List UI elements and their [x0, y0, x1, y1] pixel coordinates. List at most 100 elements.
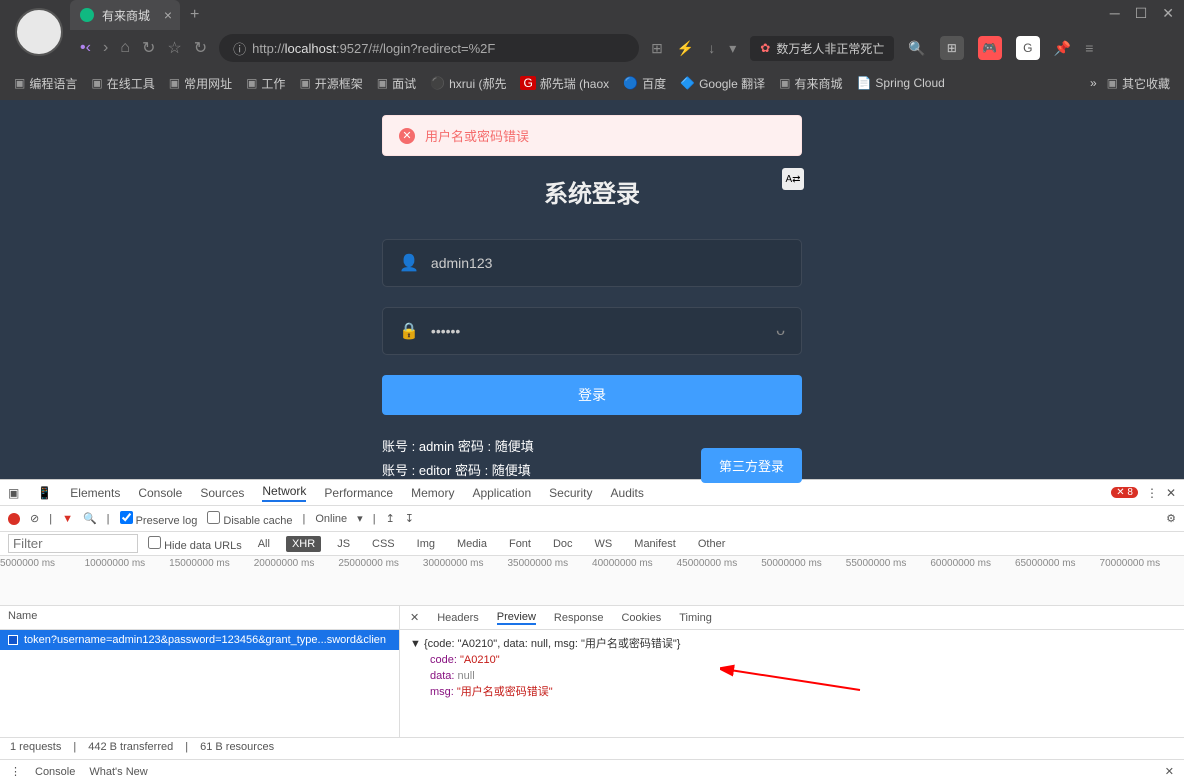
url-input[interactable]: ⓘ http://localhost:9527/#/login?redirect… — [219, 34, 639, 62]
headers-tab[interactable]: Headers — [437, 612, 479, 624]
filter-icon[interactable]: ▼ — [62, 513, 73, 525]
username-field[interactable] — [431, 255, 785, 271]
filter-type[interactable]: WS — [589, 536, 619, 552]
third-party-login-button[interactable]: 第三方登录 — [701, 448, 802, 483]
bookmark-item[interactable]: 📄Spring Cloud — [852, 74, 948, 92]
network-request-row[interactable]: token?username=admin123&password=123456&… — [0, 630, 399, 650]
profile-avatar[interactable] — [15, 8, 63, 56]
name-column-header[interactable]: Name — [0, 606, 399, 630]
upload-icon[interactable]: ↥ — [386, 512, 395, 525]
filter-type[interactable]: Font — [503, 536, 537, 552]
filter-type[interactable]: Manifest — [628, 536, 682, 552]
maximize-icon[interactable]: ☐ — [1135, 5, 1148, 22]
tab-title: 有来商城 — [102, 7, 150, 24]
filter-input[interactable] — [8, 534, 138, 553]
devtools-tab[interactable]: Application — [472, 486, 531, 500]
download-icon[interactable]: ↓ — [708, 40, 715, 56]
qr-icon[interactable]: ⊞ — [651, 40, 663, 57]
response-tab[interactable]: Response — [554, 612, 604, 624]
clear-icon[interactable]: ⊘ — [30, 512, 39, 525]
filter-type-xhr[interactable]: XHR — [286, 536, 321, 552]
devtools-tab[interactable]: Audits — [611, 486, 644, 500]
flash-icon[interactable]: ⚡ — [677, 40, 694, 57]
ext-icon[interactable]: G — [1016, 36, 1040, 60]
devtools-tab[interactable]: Performance — [324, 486, 393, 500]
settings-icon[interactable]: ⋮ — [1146, 486, 1158, 500]
password-input[interactable]: 🔒 ᴗ — [382, 307, 802, 355]
new-tab-button[interactable]: + — [190, 6, 199, 24]
username-input[interactable]: 👤 — [382, 239, 802, 287]
bookmarks-bar: ▣编程语言 ▣在线工具 ▣常用网址 ▣工作 ▣开源框架 ▣面试 ⚫hxrui (… — [0, 66, 1184, 100]
error-count-badge[interactable]: ✕ 8 — [1111, 487, 1138, 498]
pin-icon[interactable]: 📌 — [1054, 40, 1071, 57]
disable-cache-checkbox[interactable]: Disable cache — [207, 511, 292, 527]
filter-type[interactable]: CSS — [366, 536, 401, 552]
throttle-select[interactable]: Online — [315, 513, 347, 525]
grid-icon[interactable]: ⊞ — [940, 36, 964, 60]
close-icon[interactable]: × — [164, 7, 172, 23]
console-drawer-icon[interactable]: ⋮ — [10, 765, 21, 778]
search-icon[interactable]: 🔍 — [83, 512, 97, 525]
bookmark-item[interactable]: ▣开源框架 — [295, 73, 366, 94]
device-icon[interactable]: 📱 — [37, 486, 52, 500]
browser-tab[interactable]: 有来商城 × — [70, 0, 180, 30]
gear-icon[interactable]: ⚙ — [1166, 512, 1176, 525]
search-icon[interactable]: 🔍 — [908, 40, 925, 57]
whatsnew-tab[interactable]: What's New — [89, 766, 147, 778]
bookmark-item[interactable]: 🔷Google 翻译 — [676, 73, 769, 94]
filter-type[interactable]: Media — [451, 536, 493, 552]
devtools-tab[interactable]: Sources — [200, 486, 244, 500]
network-timeline[interactable]: 5000000 ms10000000 ms15000000 ms20000000… — [0, 556, 1184, 606]
close-drawer-icon[interactable]: ✕ — [1165, 765, 1174, 778]
refresh-icon[interactable]: ↻ — [194, 38, 207, 58]
bookmark-item[interactable]: 🔵百度 — [619, 73, 670, 94]
cookies-tab[interactable]: Cookies — [621, 612, 661, 624]
minimize-icon[interactable]: ─ — [1110, 5, 1120, 22]
download-icon[interactable]: ↧ — [405, 512, 414, 525]
annotation-arrow — [720, 660, 870, 700]
game-icon[interactable]: 🎮 — [978, 36, 1002, 60]
new-icon[interactable]: ↻ — [142, 38, 155, 58]
home-icon[interactable]: ⌂ — [120, 39, 130, 57]
close-panel-icon[interactable]: ✕ — [410, 611, 419, 624]
devtools-tab[interactable]: Elements — [70, 486, 120, 500]
bookmark-item[interactable]: ▣有来商城 — [775, 73, 846, 94]
timing-tab[interactable]: Timing — [679, 612, 712, 624]
filter-type[interactable]: Other — [692, 536, 732, 552]
console-tab[interactable]: Console — [35, 766, 75, 778]
language-icon[interactable]: A⇄ — [782, 168, 804, 190]
bookmark-item[interactable]: ▣编程语言 — [10, 73, 81, 94]
menu-icon[interactable]: ≡ — [1085, 40, 1093, 56]
bookmark-item[interactable]: ⚫hxrui (郝先 — [426, 73, 510, 94]
bookmark-item[interactable]: ▣常用网址 — [165, 73, 236, 94]
filter-type[interactable]: Img — [411, 536, 441, 552]
star-icon[interactable]: ☆ — [167, 38, 181, 58]
bookmark-other[interactable]: ▣其它收藏 — [1103, 73, 1174, 94]
record-button[interactable] — [8, 513, 20, 525]
bookmark-item[interactable]: ▣工作 — [242, 73, 289, 94]
preserve-log-checkbox[interactable]: Preserve log — [120, 511, 198, 527]
bookmark-item[interactable]: ▣面试 — [373, 73, 420, 94]
forward-button[interactable]: › — [103, 39, 108, 57]
devtools-tab-network[interactable]: Network — [262, 484, 306, 502]
preview-tab[interactable]: Preview — [497, 611, 536, 625]
bookmark-item[interactable]: ▣在线工具 — [87, 73, 158, 94]
filter-type[interactable]: Doc — [547, 536, 579, 552]
password-field[interactable] — [431, 323, 764, 339]
filter-type[interactable]: All — [252, 536, 276, 552]
bookmark-item[interactable]: G郝先瑞 (haox — [516, 73, 613, 94]
hide-urls-checkbox[interactable]: Hide data URLs — [148, 536, 242, 552]
eye-icon[interactable]: ᴗ — [776, 322, 785, 340]
more-icon[interactable]: » — [1090, 76, 1097, 90]
login-button[interactable]: 登录 — [382, 375, 802, 415]
filter-type[interactable]: JS — [331, 536, 356, 552]
chevron-icon[interactable]: ▾ — [729, 40, 736, 57]
devtools-tab[interactable]: Memory — [411, 486, 454, 500]
close-window-icon[interactable]: ✕ — [1162, 5, 1174, 22]
close-devtools-icon[interactable]: ✕ — [1166, 486, 1176, 500]
back-button[interactable]: •‹ — [80, 39, 91, 57]
news-widget[interactable]: ✿数万老人非正常死亡 — [750, 36, 894, 61]
devtools-tab[interactable]: Console — [138, 486, 182, 500]
inspect-icon[interactable]: ▣ — [8, 486, 19, 500]
devtools-tab[interactable]: Security — [549, 486, 592, 500]
